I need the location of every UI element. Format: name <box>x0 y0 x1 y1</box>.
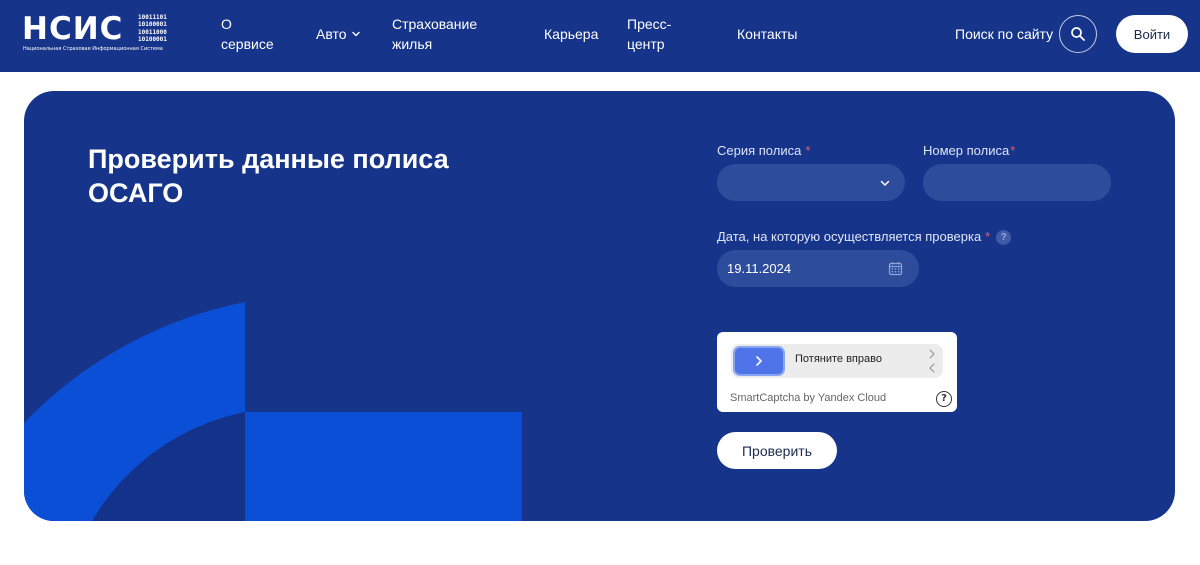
help-icon[interactable]: ? <box>996 230 1012 246</box>
search-button[interactable] <box>1059 15 1097 53</box>
number-label-text: Номер полиса <box>923 143 1010 158</box>
check-date-field[interactable]: 19.11.2024 <box>717 250 919 287</box>
check-button[interactable]: Проверить <box>717 432 837 469</box>
logo-binary-line: 10011000 <box>138 28 167 36</box>
nav-press-center[interactable]: Пресс-центр <box>627 14 682 54</box>
site-header: НСИС 10011101 10100001 10011000 10100001… <box>0 0 1200 72</box>
smart-captcha: Потяните вправо SmartCaptcha by Yandex C… <box>717 332 957 412</box>
policy-series-select[interactable] <box>717 164 905 201</box>
required-mark: * <box>1010 143 1016 158</box>
logo-binary-line: 10100001 <box>138 36 167 44</box>
captcha-help-icon[interactable]: ? <box>936 391 952 407</box>
required-mark: * <box>985 229 991 244</box>
calendar-icon[interactable] <box>888 261 903 276</box>
nav-auto-label: Авто <box>316 26 347 42</box>
captcha-brand: SmartCaptcha by Yandex Cloud <box>730 392 887 404</box>
search-icon <box>1071 27 1085 41</box>
date-label-text: Дата, на которую осуществляется проверка <box>717 229 982 244</box>
logo-subtitle: Национальная Страховая Информационная Си… <box>23 46 163 52</box>
nav-contacts[interactable]: Контакты <box>737 24 797 44</box>
login-button[interactable]: Войти <box>1116 15 1188 53</box>
check-date-value: 19.11.2024 <box>727 261 792 276</box>
logo-binary-line: 10100001 <box>138 21 167 29</box>
captcha-slider-text: Потяните вправо <box>795 353 882 365</box>
series-label-text: Серия полиса <box>717 143 802 158</box>
policy-number-field[interactable] <box>923 164 1111 201</box>
nav-home-insurance[interactable]: Страхование жилья <box>392 14 492 54</box>
nav-about[interactable]: О сервисе <box>221 14 281 54</box>
slider-arrows-icon <box>929 349 935 373</box>
search-label[interactable]: Поиск по сайту <box>955 24 1053 44</box>
captcha-slider-track[interactable]: Потяните вправо <box>731 344 943 378</box>
nav-career[interactable]: Карьера <box>544 24 598 44</box>
logo-text: НСИС <box>22 11 124 47</box>
logo[interactable]: НСИС 10011101 10100001 10011000 10100001… <box>22 12 177 56</box>
chevron-down-icon <box>880 180 890 186</box>
required-mark: * <box>805 143 811 158</box>
policy-check-card: Проверить данные полиса ОСАГО Серия поли… <box>24 91 1175 521</box>
number-label: Номер полиса* <box>923 142 1015 160</box>
nav-auto[interactable]: Авто <box>316 24 361 44</box>
logo-binary: 10011101 10100001 10011000 10100001 <box>138 14 167 44</box>
chevron-right-icon <box>756 356 762 366</box>
page-title: Проверить данные полиса ОСАГО <box>88 144 449 208</box>
date-label: Дата, на которую осуществляется проверка… <box>717 228 1012 246</box>
deco-rect <box>245 412 522 521</box>
series-label: Серия полиса * <box>717 142 810 160</box>
captcha-slider-handle[interactable] <box>733 346 785 376</box>
chevron-down-icon <box>351 31 360 37</box>
logo-binary-line: 10011101 <box>138 14 167 21</box>
